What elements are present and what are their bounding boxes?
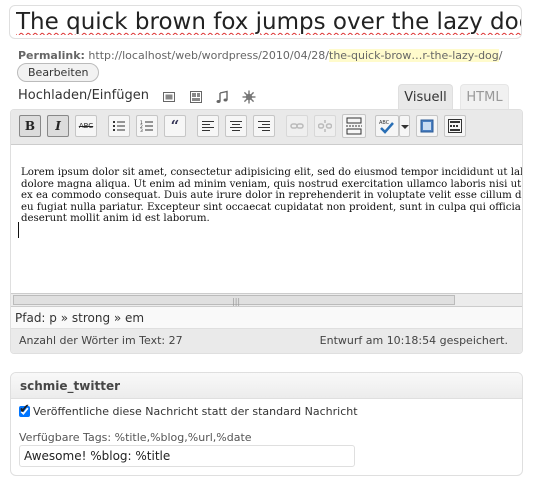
image-icon[interactable] [162,89,176,103]
kitchen-sink-button[interactable] [444,115,466,137]
permalink-row: Permalink: http://localhost/web/wordpres… [18,49,503,62]
svg-text:3: 3 [140,128,143,133]
blockquote-button[interactable]: “ [164,115,186,137]
grip-icon: ||| [232,297,241,306]
svg-text:ABC: ABC [379,120,390,126]
editor-content[interactable]: Lorem ipsum dolor sit amet, consectetur … [11,145,522,293]
italic-button[interactable]: I [47,115,69,137]
fullscreen-button[interactable] [416,115,438,137]
horizontal-scrollbar[interactable]: ||| [11,293,522,307]
unlink-icon [318,120,332,132]
text-caret [18,222,19,238]
word-count: Anzahl der Wörter im Text: 27 [19,334,183,347]
align-left-button[interactable] [197,115,219,137]
numbered-list-icon: 123 [140,120,153,133]
align-center-icon [230,121,242,131]
numbered-list-button[interactable]: 123 [136,115,158,137]
editor: B I ABC 123 “ ABC Lorem ipsum dolor sit … [10,109,523,354]
scrollbar-thumb[interactable]: ||| [13,295,455,306]
upload-insert-label: Hochladen/Einfügen [18,88,149,103]
gallery-icon[interactable] [189,89,203,103]
strikethrough-button[interactable]: ABC [75,115,97,137]
edit-permalink-button[interactable]: Bearbeiten [17,63,100,82]
align-center-button[interactable] [225,115,247,137]
twitter-meta-box: schmie_twitter ✔ Veröffentliche diese Na… [10,372,523,476]
spellcheck-button[interactable]: ABC [375,115,399,137]
spellcheck-dropdown[interactable] [399,115,410,137]
permalink-label: Permalink: [18,49,85,62]
checkbox-label: Veröffentliche diese Nachricht statt der… [33,405,358,418]
bold-button[interactable]: B [19,115,41,137]
link-icon [290,123,304,129]
music-icon[interactable] [215,89,229,103]
title-field-wrapper [9,5,522,39]
align-left-icon [202,121,214,131]
draft-saved-status: Entwurf am 10:18:54 gespeichert. [319,334,508,347]
more-tag-button[interactable] [342,114,366,138]
chevron-down-icon [401,125,409,129]
bulleted-list-icon [113,121,125,131]
editor-toolbar: B I ABC 123 “ ABC [11,110,522,145]
align-right-icon [258,121,270,131]
kitchen-sink-icon [448,119,462,133]
tab-visual[interactable]: Visuell [398,84,453,110]
editor-status-bar: Anzahl der Wörter im Text: 27 Entwurf am… [11,329,522,353]
blockquote-icon: “ [170,117,180,135]
permalink-trailing: / [498,49,503,62]
checkmark-icon: ✔ [19,402,30,417]
available-tags-label: Verfügbare Tags: %title,%blog,%url,%date [19,431,252,444]
box-title[interactable]: schmie_twitter [11,373,522,399]
media-icon[interactable] [242,89,256,104]
tab-html[interactable]: HTML [460,84,509,110]
unlink-button[interactable] [314,115,336,137]
bulleted-list-button[interactable] [108,115,130,137]
editor-paragraph[interactable]: Lorem ipsum dolor sit amet, consectetur … [21,167,522,225]
link-button[interactable] [286,115,308,137]
message-input[interactable] [19,445,355,467]
permalink-slug[interactable]: the-quick-brow…r-the-lazy-dog [329,49,499,62]
spellcheck-icon: ABC [379,120,394,134]
fullscreen-icon [420,119,434,133]
align-right-button[interactable] [253,115,275,137]
editor-path: Pfad: p » strong » em [11,307,522,329]
post-title-input[interactable] [16,6,521,38]
more-tag-icon [346,117,362,135]
permalink-base: http://localhost/web/wordpress/2010/04/2… [88,49,329,62]
